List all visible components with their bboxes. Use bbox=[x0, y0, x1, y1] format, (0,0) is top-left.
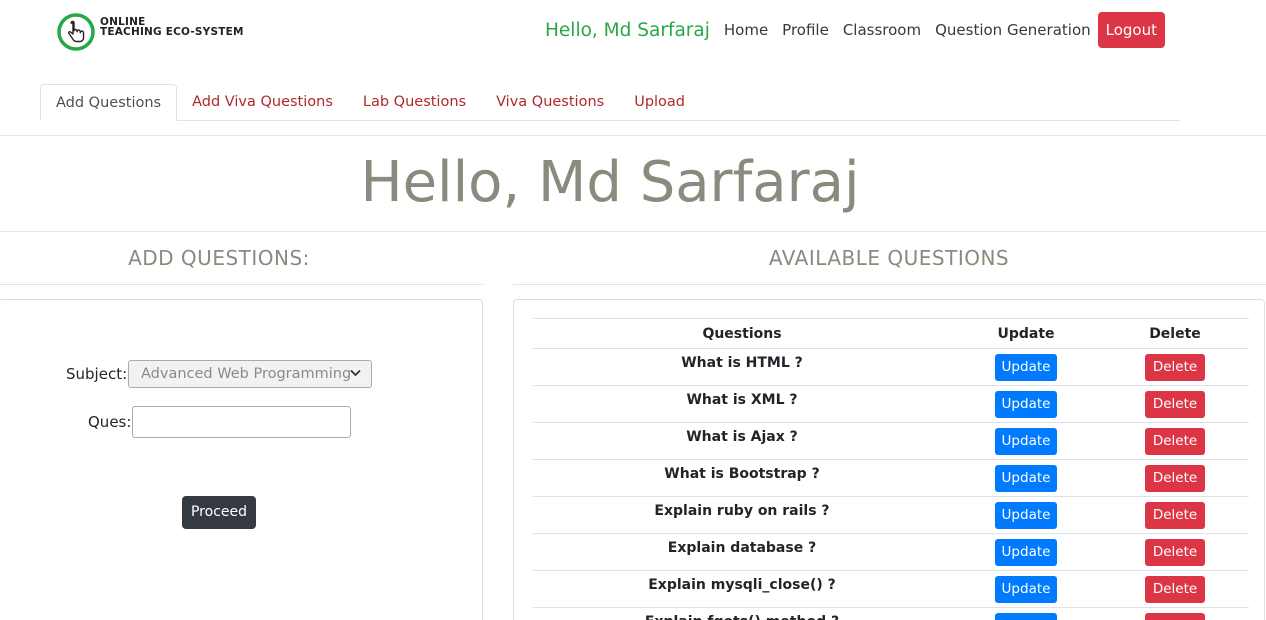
tab-viva-questions[interactable]: Viva Questions bbox=[481, 84, 619, 121]
update-button[interactable]: Update bbox=[994, 612, 1058, 620]
update-button[interactable]: Update bbox=[994, 353, 1058, 381]
question-text: What is Ajax ? bbox=[533, 422, 951, 460]
divider bbox=[0, 135, 1266, 136]
update-button[interactable]: Update bbox=[994, 390, 1058, 418]
delete-button[interactable]: Delete bbox=[1144, 353, 1206, 381]
subject-label: Subject: bbox=[66, 365, 128, 383]
tab-upload[interactable]: Upload bbox=[619, 84, 700, 121]
delete-button[interactable]: Delete bbox=[1144, 501, 1206, 529]
update-button[interactable]: Update bbox=[994, 538, 1058, 566]
delete-button[interactable]: Delete bbox=[1144, 612, 1206, 620]
table-row: Explain mysqli_close() ? Update Delete bbox=[533, 570, 1249, 608]
nav-profile-link[interactable]: Profile bbox=[782, 21, 829, 39]
proceed-button[interactable]: Proceed bbox=[182, 496, 256, 529]
question-text: What is Bootstrap ? bbox=[533, 459, 951, 497]
update-button[interactable]: Update bbox=[994, 464, 1058, 492]
divider bbox=[0, 284, 483, 285]
table-row: Explain fgets() method ? Update Delete bbox=[533, 607, 1249, 620]
add-question-card bbox=[0, 299, 483, 620]
logo-text: ONLINE TEACHING ECO-SYSTEM bbox=[100, 17, 244, 38]
table-header-row: Questions Update Delete bbox=[533, 318, 1249, 349]
tab-add-viva-questions[interactable]: Add Viva Questions bbox=[177, 84, 348, 121]
divider bbox=[0, 231, 1266, 232]
logo-line2: TEACHING ECO-SYSTEM bbox=[100, 26, 244, 38]
available-questions-heading: AVAILABLE QUESTIONS bbox=[768, 246, 1010, 270]
tab-add-questions[interactable]: Add Questions bbox=[40, 84, 178, 121]
table-row: What is Ajax ? Update Delete bbox=[533, 422, 1249, 460]
available-questions-card: Questions Update Delete What is HTML ? U… bbox=[513, 299, 1265, 620]
header-update: Update bbox=[951, 318, 1101, 349]
subject-select-value: Advanced Web Programming bbox=[141, 366, 352, 382]
tab-lab-questions[interactable]: Lab Questions bbox=[348, 84, 481, 121]
question-input[interactable] bbox=[132, 406, 351, 438]
hand-pointer-icon bbox=[57, 13, 95, 51]
logo[interactable]: ONLINE TEACHING ECO-SYSTEM bbox=[57, 12, 247, 52]
delete-button[interactable]: Delete bbox=[1144, 427, 1206, 455]
table-row: What is Bootstrap ? Update Delete bbox=[533, 459, 1249, 497]
question-text: Explain fgets() method ? bbox=[533, 607, 951, 620]
update-button[interactable]: Update bbox=[994, 427, 1058, 455]
hero-greeting: Hello, Md Sarfaraj bbox=[360, 150, 860, 215]
tab-bar: Add Questions Add Viva Questions Lab Que… bbox=[40, 84, 1180, 121]
nav-menu: Hello, Md Sarfaraj Home Profile Classroo… bbox=[545, 12, 1165, 48]
logout-button[interactable]: Logout bbox=[1097, 12, 1165, 48]
update-button[interactable]: Update bbox=[994, 501, 1058, 529]
question-text: Explain mysqli_close() ? bbox=[533, 570, 951, 608]
nav-greeting: Hello, Md Sarfaraj bbox=[545, 19, 710, 41]
table-row: What is XML ? Update Delete bbox=[533, 385, 1249, 423]
question-text: What is HTML ? bbox=[533, 348, 951, 386]
chevron-down-icon bbox=[350, 369, 361, 377]
table-row: What is HTML ? Update Delete bbox=[533, 348, 1249, 386]
navbar: ONLINE TEACHING ECO-SYSTEM Hello, Md Sar… bbox=[0, 0, 1266, 62]
delete-button[interactable]: Delete bbox=[1144, 575, 1206, 603]
table-row: Explain ruby on rails ? Update Delete bbox=[533, 496, 1249, 534]
nav-question-generation-link[interactable]: Question Generation bbox=[935, 21, 1091, 39]
questions-table: Questions Update Delete What is HTML ? U… bbox=[533, 318, 1249, 620]
question-text: Explain ruby on rails ? bbox=[533, 496, 951, 534]
divider bbox=[513, 284, 1266, 285]
header-questions: Questions bbox=[533, 318, 951, 349]
nav-classroom-link[interactable]: Classroom bbox=[843, 21, 921, 39]
nav-home-link[interactable]: Home bbox=[724, 21, 768, 39]
delete-button[interactable]: Delete bbox=[1144, 390, 1206, 418]
update-button[interactable]: Update bbox=[994, 575, 1058, 603]
subject-select[interactable]: Advanced Web Programming bbox=[128, 360, 372, 388]
header-delete: Delete bbox=[1101, 318, 1249, 349]
delete-button[interactable]: Delete bbox=[1144, 464, 1206, 492]
table-row: Explain database ? Update Delete bbox=[533, 533, 1249, 571]
add-questions-heading: ADD QUESTIONS: bbox=[128, 246, 310, 270]
question-text: What is XML ? bbox=[533, 385, 951, 423]
question-text: Explain database ? bbox=[533, 533, 951, 571]
ques-label: Ques: bbox=[88, 413, 132, 431]
delete-button[interactable]: Delete bbox=[1144, 538, 1206, 566]
